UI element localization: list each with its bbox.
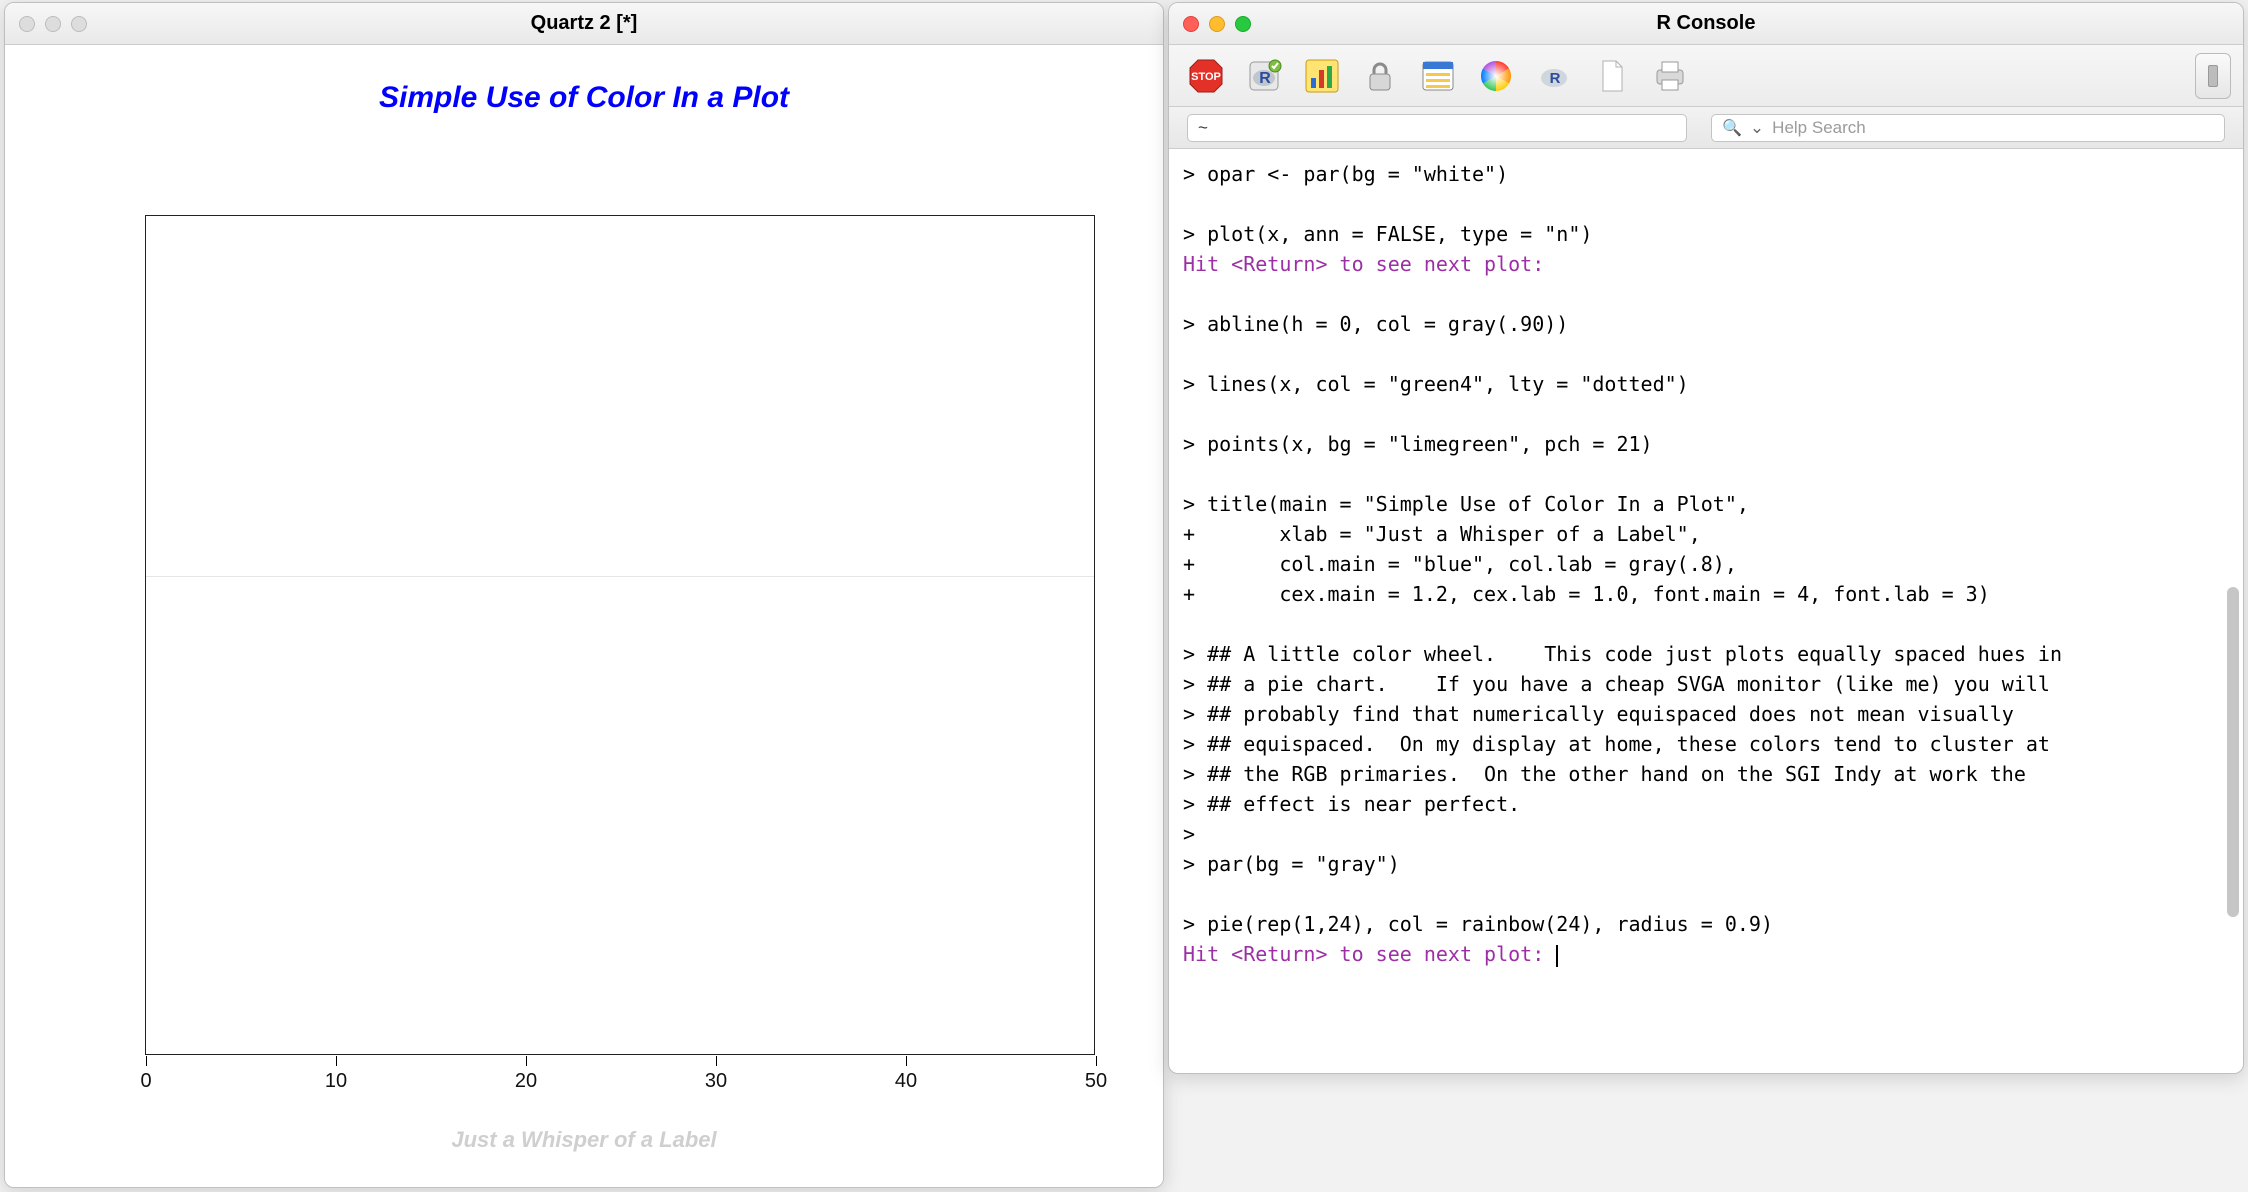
console-line: > ## the RGB primaries. On the other han… xyxy=(1183,759,2229,789)
console-line: > ## equispaced. On my display at home, … xyxy=(1183,729,2229,759)
lock-icon[interactable] xyxy=(1355,53,1405,99)
console-line: > par(bg = "gray") xyxy=(1183,849,2229,879)
barchart-icon[interactable] xyxy=(1297,53,1347,99)
plot-area: 0 10 20 30 40 50 xyxy=(75,155,1115,1095)
console-line: > ## effect is near perfect. xyxy=(1183,789,2229,819)
console-line: + col.main = "blue", col.lab = gray(.8), xyxy=(1183,549,2229,579)
console-line: > pie(rep(1,24), col = rainbow(24), radi… xyxy=(1183,909,2229,939)
x-tick-label: 30 xyxy=(701,1070,731,1093)
console-line xyxy=(1183,339,2229,369)
stop-button[interactable]: STOP xyxy=(1181,53,1231,99)
x-tick xyxy=(716,1056,717,1066)
console-line xyxy=(1183,399,2229,429)
console-line: > abline(h = 0, col = gray(.90)) xyxy=(1183,309,2229,339)
console-line: > ## probably find that numerically equi… xyxy=(1183,699,2229,729)
plot-xlabel: Just a Whisper of a Label xyxy=(5,1127,1163,1153)
minimize-icon[interactable] xyxy=(45,16,61,32)
console-line: > opar <- par(bg = "white") xyxy=(1183,159,2229,189)
plot-canvas: Simple Use of Color In a Plot 0 10 20 30 40 5… xyxy=(5,45,1163,1187)
x-tick-label: 40 xyxy=(891,1070,921,1093)
scrollbar-thumb[interactable] xyxy=(2227,587,2239,917)
zoom-icon[interactable] xyxy=(1235,16,1251,32)
console-line: + xlab = "Just a Whisper of a Label", xyxy=(1183,519,2229,549)
console-line xyxy=(1183,189,2229,219)
console-line xyxy=(1183,279,2229,309)
console-line: > ## A little color wheel. This code jus… xyxy=(1183,639,2229,669)
x-tick xyxy=(1096,1056,1097,1066)
console-line: Hit <Return> to see next plot: xyxy=(1183,249,2229,279)
console-scrollbar[interactable] xyxy=(2225,149,2241,1069)
abline-zero xyxy=(146,576,1094,577)
plot-frame: 01020304050 xyxy=(145,215,1095,1055)
minimize-icon[interactable] xyxy=(1209,16,1225,32)
r-config-icon[interactable]: R xyxy=(1529,53,1579,99)
quartz-window: Quartz 2 [*] Simple Use of Color In a Pl… xyxy=(4,2,1164,1188)
sidebar-toggle-icon[interactable] xyxy=(2195,53,2231,99)
working-directory-value: ~ xyxy=(1198,118,1208,138)
rconsole-window-title: R Console xyxy=(1169,12,2243,35)
x-tick xyxy=(906,1056,907,1066)
search-icon: 🔍 xyxy=(1722,118,1742,138)
r-source-icon[interactable]: R xyxy=(1239,53,1289,99)
quartz-titlebar[interactable]: Quartz 2 [*] xyxy=(5,3,1163,45)
zoom-icon[interactable] xyxy=(71,16,87,32)
svg-text:R: R xyxy=(1550,70,1561,87)
text-cursor xyxy=(1556,945,1558,967)
x-tick xyxy=(336,1056,337,1066)
close-icon[interactable] xyxy=(19,16,35,32)
console-line: + cex.main = 1.2, cex.lab = 1.0, font.ma… xyxy=(1183,579,2229,609)
console-line: > title(main = "Simple Use of Color In a… xyxy=(1183,489,2229,519)
console-line xyxy=(1183,459,2229,489)
search-dropdown-icon[interactable]: ⌄ xyxy=(1750,118,1764,138)
rconsole-pathbar: ~ 🔍 ⌄ Help Search xyxy=(1169,107,2243,149)
console-line: > lines(x, col = "green4", lty = "dotted… xyxy=(1183,369,2229,399)
plot-title: Simple Use of Color In a Plot xyxy=(5,81,1163,115)
printer-icon[interactable] xyxy=(1645,53,1695,99)
close-icon[interactable] xyxy=(1183,16,1199,32)
page-icon[interactable] xyxy=(1587,53,1637,99)
x-tick-label: 20 xyxy=(511,1070,541,1093)
x-tick-label: 50 xyxy=(1081,1070,1111,1093)
svg-text:STOP: STOP xyxy=(1191,71,1221,83)
working-directory-field[interactable]: ~ xyxy=(1187,114,1687,142)
console-line: > points(x, bg = "limegreen", pch = 21) xyxy=(1183,429,2229,459)
rconsole-window: R Console STOP R xyxy=(1168,2,2244,1074)
console-line xyxy=(1183,879,2229,909)
rconsole-toolbar: STOP R xyxy=(1169,45,2243,107)
rconsole-titlebar[interactable]: R Console xyxy=(1169,3,2243,45)
help-search-placeholder: Help Search xyxy=(1772,118,1866,138)
console-line: > ## a pie chart. If you have a cheap SV… xyxy=(1183,669,2229,699)
x-tick-label: 0 xyxy=(131,1070,161,1093)
help-search-field[interactable]: 🔍 ⌄ Help Search xyxy=(1711,114,2225,142)
quartz-window-title: Quartz 2 [*] xyxy=(5,12,1163,35)
list-icon[interactable] xyxy=(1413,53,1463,99)
x-tick xyxy=(146,1056,147,1066)
console-line xyxy=(1183,609,2229,639)
console-output[interactable]: > opar <- par(bg = "white") > plot(x, an… xyxy=(1169,149,2243,1073)
svg-text:R: R xyxy=(1259,70,1271,87)
x-tick-label: 10 xyxy=(321,1070,351,1093)
x-tick xyxy=(526,1056,527,1066)
console-line: Hit <Return> to see next plot: xyxy=(1183,939,2229,969)
console-line: > plot(x, ann = FALSE, type = "n") xyxy=(1183,219,2229,249)
colorwheel-icon[interactable] xyxy=(1471,53,1521,99)
console-line: > xyxy=(1183,819,2229,849)
